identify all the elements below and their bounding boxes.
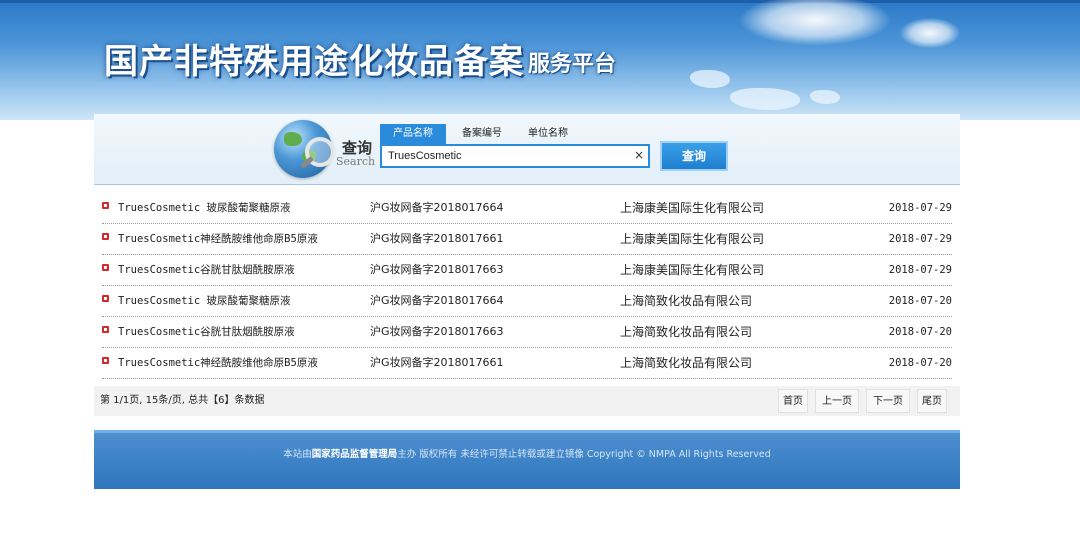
banner-top-line	[0, 0, 1080, 3]
bullet-icon	[102, 233, 109, 240]
product-name-link[interactable]: TruesCosmetic谷胱甘肽烟酰胺原液	[118, 255, 295, 285]
filing-date: 2018-07-20	[888, 295, 952, 307]
bullet-icon	[102, 264, 109, 271]
world-map-decoration	[730, 88, 800, 110]
first-page-button[interactable]: 首页	[778, 389, 808, 413]
product-name-link[interactable]: TruesCosmetic 玻尿酸葡聚糖原液	[118, 286, 291, 316]
world-map-decoration	[690, 70, 730, 88]
page-title: 国产非特殊用途化妆品备案	[104, 42, 524, 82]
footer: 本站由国家药品监督管理局主办 版权所有 未经许可禁止转载或建立镜像 Copyri…	[94, 430, 960, 489]
cloud-decoration	[740, 0, 890, 45]
pagination-info: 第 1/1页, 15条/页, 总共【6】条数据	[100, 395, 265, 406]
cloud-decoration	[900, 18, 960, 48]
filing-number: 沪G妆网备字2018017663	[370, 263, 504, 276]
product-name-link[interactable]: TruesCosmetic 玻尿酸葡聚糖原液	[118, 193, 291, 223]
world-map-decoration	[810, 90, 840, 104]
bullet-icon	[102, 357, 109, 364]
bullet-icon	[102, 326, 109, 333]
product-name-link[interactable]: TruesCosmetic谷胱甘肽烟酰胺原液	[118, 317, 295, 347]
result-row[interactable]: TruesCosmetic谷胱甘肽烟酰胺原液 沪G妆网备字2018017663 上海…	[102, 255, 952, 286]
next-page-button[interactable]: 下一页	[866, 389, 910, 413]
clear-icon[interactable]: ×	[634, 148, 644, 162]
search-label-en: Search	[336, 155, 376, 168]
product-name-link[interactable]: TruesCosmetic神经酰胺维他命原B5原液	[118, 348, 318, 378]
product-name-link[interactable]: TruesCosmetic神经酰胺维他命原B5原液	[118, 224, 318, 254]
header-banner: 国产非特殊用途化妆品备案 服务平台	[0, 0, 1080, 120]
company-name: 上海简致化妆品有限公司	[620, 325, 753, 339]
result-row[interactable]: TruesCosmetic谷胱甘肽烟酰胺原液 沪G妆网备字2018017663 上海…	[102, 317, 952, 348]
results-list: TruesCosmetic 玻尿酸葡聚糖原液 沪G妆网备字2018017664 上海…	[102, 193, 952, 379]
last-page-button[interactable]: 尾页	[917, 389, 947, 413]
search-input[interactable]	[380, 144, 650, 168]
company-name: 上海康美国际生化有限公司	[620, 263, 765, 277]
result-row[interactable]: TruesCosmetic 玻尿酸葡聚糖原液 沪G妆网备字2018017664 上海…	[102, 286, 952, 317]
tab-product-name[interactable]: 产品名称	[380, 124, 446, 144]
result-row[interactable]: TruesCosmetic神经酰胺维他命原B5原液 沪G妆网备字201801766…	[102, 348, 952, 379]
filing-date: 2018-07-20	[888, 357, 952, 369]
tab-filing-number[interactable]: 备案编号	[452, 124, 512, 144]
company-name: 上海康美国际生化有限公司	[620, 201, 765, 215]
page-subtitle: 服务平台	[528, 51, 617, 77]
bullet-icon	[102, 202, 109, 209]
filing-number: 沪G妆网备字2018017661	[370, 356, 504, 369]
company-name: 上海康美国际生化有限公司	[620, 232, 765, 246]
footer-text: 本站由国家药品监督管理局主办 版权所有 未经许可禁止转载或建立镜像 Copyri…	[94, 433, 960, 477]
tab-company-name[interactable]: 单位名称	[518, 124, 578, 144]
footer-suffix: 主办 版权所有 未经许可禁止转载或建立镜像 Copyright © NMPA A…	[397, 449, 771, 460]
filing-number: 沪G妆网备字2018017661	[370, 232, 504, 245]
bullet-icon	[102, 295, 109, 302]
filing-number: 沪G妆网备字2018017664	[370, 294, 504, 307]
filing-number: 沪G妆网备字2018017663	[370, 325, 504, 338]
filing-date: 2018-07-29	[888, 233, 952, 245]
company-name: 上海简致化妆品有限公司	[620, 294, 753, 308]
filing-date: 2018-07-29	[888, 202, 952, 214]
globe-land	[284, 132, 302, 146]
query-button[interactable]: 查询	[660, 141, 728, 171]
prev-page-button[interactable]: 上一页	[815, 389, 859, 413]
result-row[interactable]: TruesCosmetic 玻尿酸葡聚糖原液 沪G妆网备字2018017664 上海…	[102, 193, 952, 224]
filing-date: 2018-07-29	[888, 264, 952, 276]
filing-number: 沪G妆网备字2018017664	[370, 201, 504, 214]
footer-prefix: 本站由	[283, 449, 312, 460]
filing-date: 2018-07-20	[888, 326, 952, 338]
result-row[interactable]: TruesCosmetic神经酰胺维他命原B5原液 沪G妆网备字201801766…	[102, 224, 952, 255]
company-name: 上海简致化妆品有限公司	[620, 356, 753, 370]
footer-org: 国家药品监督管理局	[311, 449, 398, 460]
